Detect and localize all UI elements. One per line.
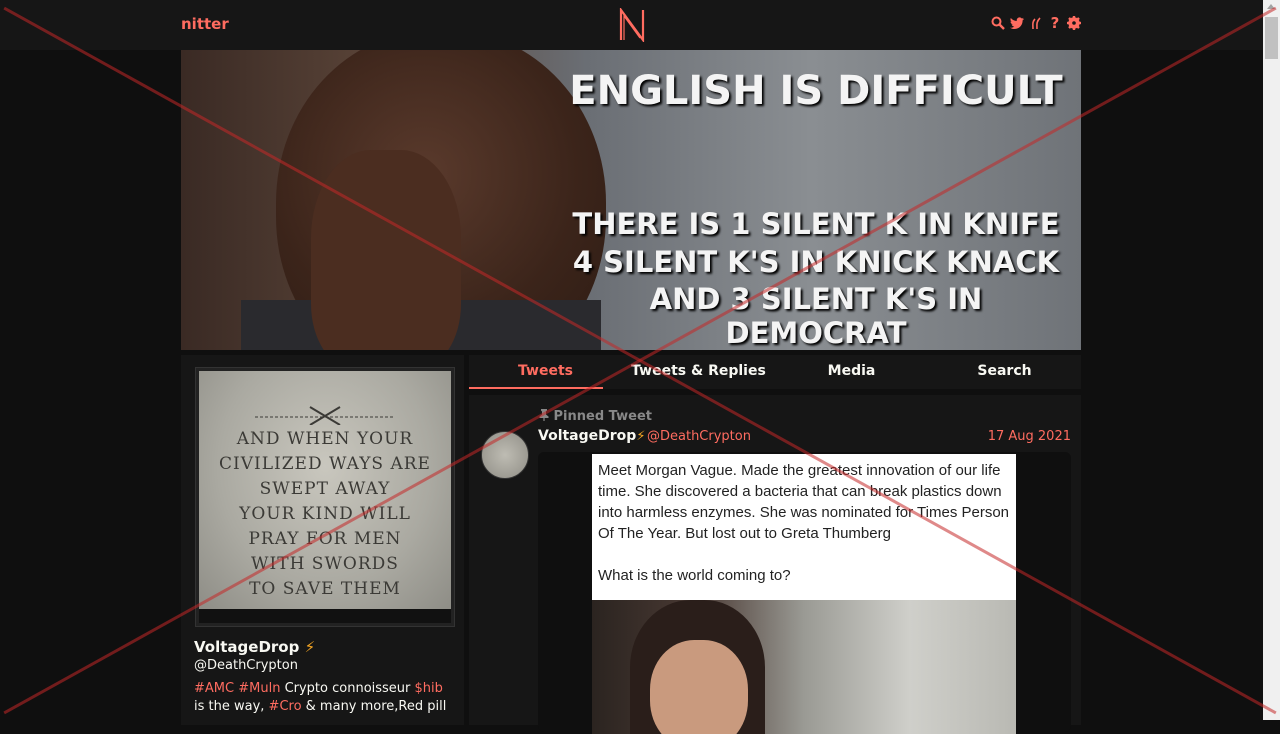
help-icon[interactable]: ? — [1048, 14, 1062, 32]
banner-text-line: AND 3 SILENT K'S IN DEMOCRAT — [649, 282, 983, 350]
tweet-media[interactable]: Meet Morgan Vague. Made the greatest inn… — [538, 452, 1071, 734]
bio-text: & many more,Red pill — [301, 699, 447, 714]
tab-search[interactable]: Search — [928, 355, 1081, 389]
rss-icon[interactable] — [1029, 16, 1043, 30]
avatar-text-line: AND WHEN YOUR — [236, 429, 414, 449]
profile-avatar[interactable]: AND WHEN YOUR CIVILIZED WAYS ARE SWEPT A… — [195, 367, 455, 627]
hashtag-link[interactable]: #AMC — [194, 681, 234, 696]
avatar-text-line: CIVILIZED WAYS ARE — [219, 454, 431, 474]
tweet-image-text: Meet Morgan Vague. Made the greatest inn… — [598, 460, 1013, 586]
avatar-image: AND WHEN YOUR CIVILIZED WAYS ARE SWEPT A… — [199, 371, 451, 609]
cashtag-link[interactable]: $hib — [415, 681, 443, 696]
pinned-label: Pinned Tweet — [539, 409, 652, 424]
profile-display-name[interactable]: VoltageDrop ⚡ — [194, 638, 315, 656]
profile-card: AND WHEN YOUR CIVILIZED WAYS ARE SWEPT A… — [181, 355, 464, 725]
scroll-thumb[interactable] — [1265, 17, 1278, 59]
tab-tweets-replies[interactable]: Tweets & Replies — [622, 355, 775, 389]
nitter-logo-icon[interactable] — [618, 8, 646, 42]
profile-banner[interactable]: ENGLISH IS DIFFICULT THERE IS 1 SILENT K… — [181, 50, 1081, 350]
profile-username[interactable]: @DeathCrypton — [194, 658, 298, 673]
hashtag-link[interactable]: #Cro — [269, 699, 302, 714]
hashtag-link[interactable]: #Muln — [238, 681, 280, 696]
tweet-photo — [592, 600, 1016, 734]
search-icon[interactable] — [991, 16, 1005, 30]
brand-link[interactable]: nitter — [181, 15, 229, 33]
page-scrollbar[interactable] — [1263, 0, 1280, 720]
bio-text: Crypto connoisseur — [280, 681, 415, 696]
timeline: Pinned Tweet VoltageDrop⚡ @DeathCrypton … — [469, 395, 1081, 734]
image-text-paragraph: What is the world coming to? — [598, 567, 791, 584]
profile-bio: #AMC #Muln Crypto connoisseur $hib is th… — [194, 680, 454, 716]
banner-text-line: THERE IS 1 SILENT K IN KNIFE — [572, 207, 1060, 241]
avatar-text-line: YOUR KIND WILL — [239, 504, 411, 524]
avatar-text-line: PRAY FOR MEN — [248, 529, 402, 549]
timeline-tabs: Tweets Tweets & Replies Media Search — [469, 355, 1081, 389]
crossed-swords-icon — [255, 406, 395, 425]
tweet-display-name[interactable]: VoltageDrop⚡ — [538, 428, 645, 444]
gear-icon[interactable] — [1067, 16, 1081, 30]
tweet-image: Meet Morgan Vague. Made the greatest inn… — [592, 454, 1016, 734]
banner-text-line: ENGLISH IS DIFFICULT — [569, 68, 1063, 114]
verified-bolt-icon: ⚡ — [304, 638, 316, 656]
tweet-name-text: VoltageDrop — [538, 428, 637, 444]
tweet-username[interactable]: @DeathCrypton — [647, 429, 751, 444]
avatar-text-line: SWEPT AWAY — [259, 479, 391, 499]
profile-name-text: VoltageDrop — [194, 638, 300, 656]
nav-icons: ? — [991, 14, 1081, 32]
avatar-text-line: WITH SWORDS — [251, 554, 399, 574]
avatar-shirt-text: AND WHEN YOUR CIVILIZED WAYS ARE SWEPT A… — [199, 427, 451, 602]
tweet-avatar[interactable] — [481, 431, 529, 479]
tweet-date[interactable]: 17 Aug 2021 — [988, 429, 1071, 444]
bio-text: is the way, — [194, 699, 269, 714]
pinned-text: Pinned Tweet — [553, 409, 652, 424]
twitter-bird-icon[interactable] — [1010, 16, 1024, 30]
avatar-action-bar — [199, 609, 451, 623]
verified-bolt-icon: ⚡ — [636, 429, 646, 444]
tab-media[interactable]: Media — [775, 355, 928, 389]
navbar: nitter ? — [0, 0, 1263, 50]
